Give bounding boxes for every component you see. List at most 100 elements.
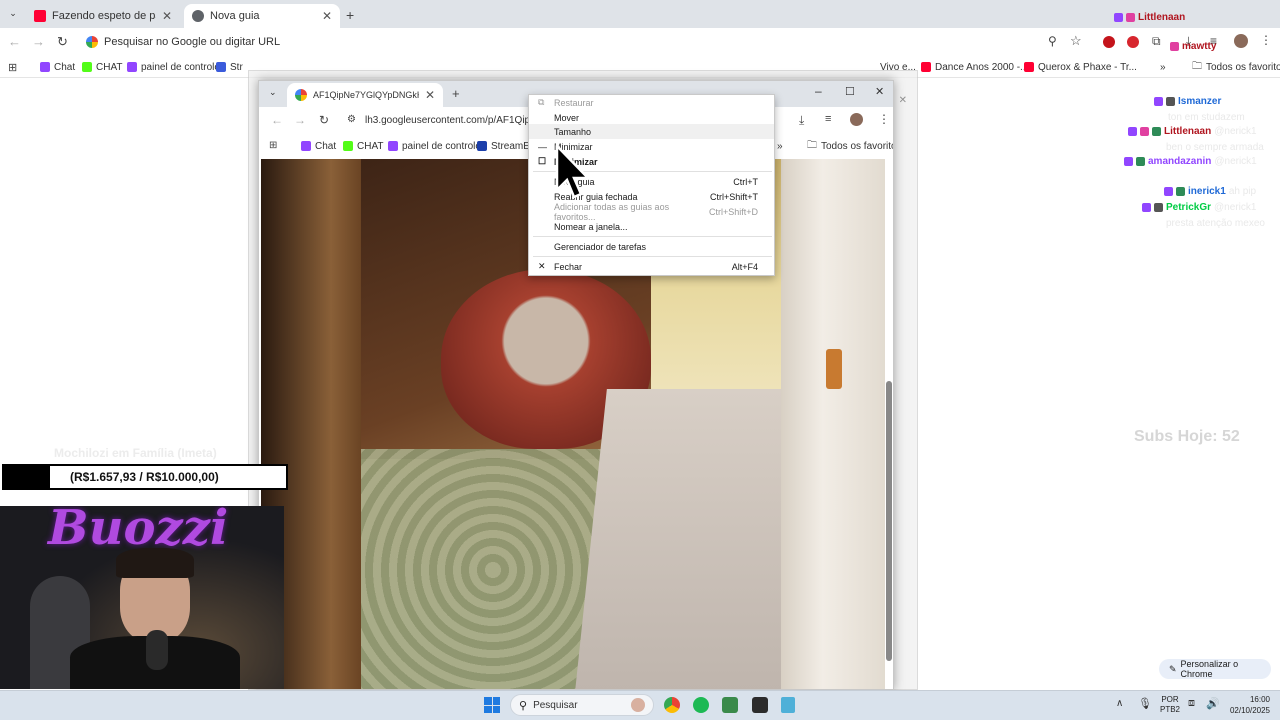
twitch-icon — [301, 141, 311, 151]
lang-top: POR — [1161, 695, 1179, 704]
bookmark-chat-kick[interactable]: CHAT — [343, 135, 383, 157]
reading-list-icon[interactable]: ≡ — [825, 113, 831, 125]
menu-item-fechar[interactable]: ✕ Fechar Alt+F4 — [529, 259, 774, 274]
chat-message: inerick1 ah pip — [1164, 186, 1256, 197]
tab-title: Fazendo espeto de pão e shiita — [52, 10, 156, 22]
bookmark-star-icon[interactable]: ☆ — [1070, 33, 1082, 49]
badge-icon — [1154, 203, 1163, 212]
webcam-feed: Buozzi — [0, 506, 284, 689]
language-indicator[interactable]: POR PTB2 — [1160, 695, 1180, 715]
windows-taskbar: ⚲ Pesquisar ∧ 🎙 POR PTB2 ⧈ 🔊 16:00 02/10/2… — [0, 690, 1280, 720]
microphone-icon[interactable]: 🎙 — [1138, 697, 1152, 710]
new-tab-icon[interactable]: + — [346, 7, 354, 23]
customize-chrome-button[interactable]: ✎ Personalizar o Chrome — [1159, 659, 1271, 679]
twitch-icon — [127, 62, 137, 72]
bookmark-chat-kick[interactable]: CHAT — [82, 56, 122, 78]
outer-tab-1[interactable]: Fazendo espeto de pão e shiita ✕ — [26, 4, 180, 28]
bookmark-label: Todos os favoritos — [821, 140, 894, 152]
apps-grid-icon[interactable]: ⊞ — [8, 61, 17, 74]
reload-icon[interactable]: ↻ — [57, 34, 68, 50]
badge-icon — [1126, 13, 1135, 22]
taskbar-search[interactable]: ⚲ Pesquisar — [510, 694, 654, 716]
forward-icon[interactable]: → — [32, 34, 45, 49]
zoom-icon[interactable]: ⚲ — [1048, 34, 1057, 48]
photo-door-latch — [826, 349, 842, 389]
notepad-taskbar-icon[interactable] — [781, 697, 795, 713]
badge-icon — [1136, 157, 1145, 166]
bookmark-dance[interactable]: Dance Anos 2000 -... — [921, 56, 1028, 78]
chat-message: Littlenaan — [1114, 12, 1185, 23]
tab-title: Nova guia — [210, 10, 260, 22]
bookmark-painel[interactable]: painel de controle — [388, 135, 481, 157]
close-icon: ✕ — [538, 261, 546, 271]
menu-shortcut: Ctrl+Shift+T — [709, 191, 758, 202]
close-tab-icon[interactable]: ✕ — [322, 9, 332, 23]
bookmark-chat[interactable]: Chat — [301, 135, 336, 157]
donation-goal-bar: (R$1.657,93 / R$10.000,00) — [2, 464, 288, 490]
menu-item-adicionar-favoritos[interactable]: Adicionar todas as guias aos favoritos..… — [529, 202, 774, 222]
omnibox[interactable]: Pesquisar no Google ou digitar URL — [104, 36, 280, 48]
start-icon[interactable] — [484, 697, 500, 713]
bookmark-label: CHAT — [96, 61, 123, 73]
menu-item-gerenciador-tarefas[interactable]: Gerenciador de tarefas — [529, 239, 774, 254]
spotify-taskbar-icon[interactable] — [693, 697, 709, 713]
maximize-window-icon[interactable]: ☐ — [845, 85, 855, 98]
bookmark-label: CHAT — [357, 140, 384, 152]
volume-icon[interactable]: 🔊 — [1206, 697, 1220, 710]
goal-text: (R$1.657,93 / R$10.000,00) — [70, 470, 219, 484]
button-label: Personalizar o Chrome — [1180, 659, 1239, 679]
site-info-icon[interactable]: ⚙ — [347, 114, 356, 125]
bookmarks-more[interactable]: » — [777, 135, 783, 157]
download-icon[interactable]: ⤓ — [799, 113, 804, 128]
tab-search-chevron-icon[interactable]: ⌄ — [6, 6, 20, 20]
scrollbar-thumb[interactable] — [886, 381, 892, 661]
mouse-cursor-icon — [555, 144, 591, 199]
bookmark-chat[interactable]: Chat — [40, 56, 75, 78]
folder-icon: 🗀 — [807, 139, 817, 151]
minimize-window-icon[interactable]: – — [815, 84, 822, 98]
menu-item-tamanho[interactable]: Tamanho — [529, 124, 774, 139]
menu-separator — [533, 256, 772, 257]
forward-icon[interactable]: → — [294, 113, 306, 127]
menu-label: Fechar — [554, 261, 583, 272]
back-icon[interactable]: ← — [8, 34, 21, 49]
url-field[interactable]: lh3.googleusercontent.com/p/AF1QipN — [365, 115, 537, 126]
menu-item-restaurar[interactable]: ⧉ Restaurar — [529, 95, 774, 110]
close-tab-icon[interactable]: ✕ — [425, 88, 435, 102]
profile-avatar[interactable] — [850, 113, 863, 126]
app-taskbar-icon[interactable] — [722, 697, 738, 713]
close-window-icon[interactable]: ✕ — [875, 85, 884, 98]
bookmark-streamelements[interactable]: Str — [216, 56, 243, 78]
chrome-menu-icon[interactable]: ⋮ — [878, 112, 890, 126]
outer-tab-2[interactable]: Nova guia ✕ — [184, 4, 340, 28]
close-icon[interactable]: ✕ — [899, 95, 907, 106]
inner-tab[interactable]: AF1QipNe7YGlQYpDNGkHwqR ✕ — [287, 83, 443, 107]
chrome-taskbar-icon[interactable] — [664, 697, 680, 713]
chat-message: Ismanzer — [1154, 96, 1221, 107]
reload-icon[interactable]: ↻ — [319, 113, 329, 127]
bookmark-painel[interactable]: painel de controle — [127, 56, 220, 78]
chrome-favicon-icon — [192, 10, 204, 22]
network-icon[interactable]: ⧈ — [1188, 697, 1195, 710]
tab-search-chevron-icon[interactable]: ⌄ — [269, 87, 277, 98]
photo-door-right — [781, 159, 885, 689]
close-tab-icon[interactable]: ✕ — [162, 9, 172, 23]
menu-item-nomear-janela[interactable]: Nomear a janela... — [529, 219, 774, 234]
apps-grid-icon[interactable]: ⊞ — [269, 140, 277, 151]
chat-text: ton em studazem — [1168, 112, 1245, 123]
app-taskbar-icon[interactable] — [752, 697, 768, 713]
all-bookmarks[interactable]: 🗀 Todos os favoritos — [807, 135, 894, 157]
youtube-favicon-icon — [34, 10, 46, 22]
new-tab-icon[interactable]: + — [452, 86, 460, 101]
chat-text: @nerick1 — [1214, 156, 1257, 167]
clock[interactable]: 16:00 02/10/2025 — [1226, 694, 1270, 716]
menu-shortcut: Ctrl+Shift+D — [708, 206, 758, 217]
back-icon[interactable]: ← — [271, 113, 283, 127]
menu-item-mover[interactable]: Mover — [529, 110, 774, 125]
menu-label: Gerenciador de tarefas — [554, 241, 647, 252]
chat-message: amandazanin @nerick1 — [1124, 156, 1257, 167]
bookmark-label: painel de controle — [141, 61, 220, 73]
streamelements-icon — [216, 62, 226, 72]
tray-chevron-icon[interactable]: ∧ — [1116, 698, 1123, 709]
maximize-icon: ☐ — [538, 156, 547, 166]
